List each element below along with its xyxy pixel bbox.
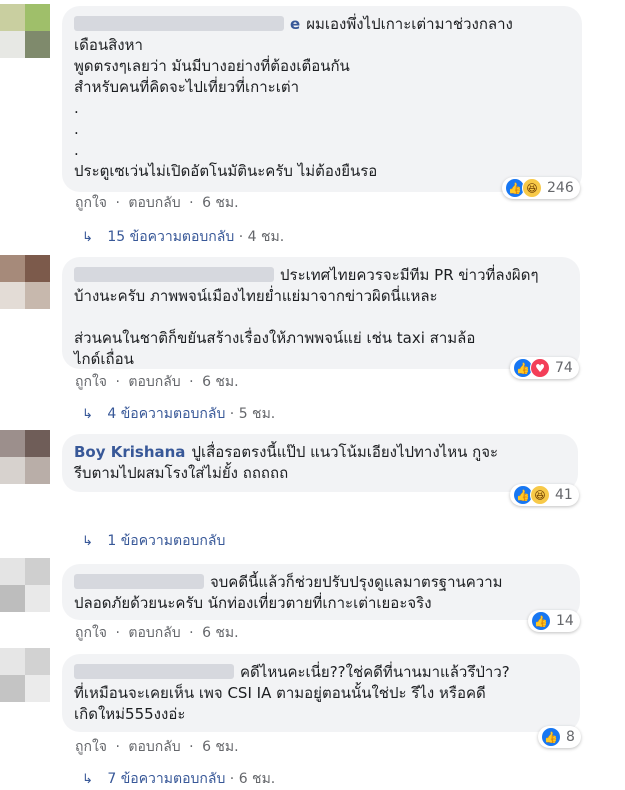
haha-icon: 😆: [530, 485, 550, 505]
avatar[interactable]: [0, 648, 50, 702]
comment-bubble: ประเทศไทยควรจะมีทีม PR ข่าวที่ลงผิดๆ บ้า…: [62, 257, 580, 369]
reply-link[interactable]: ตอบกลับ: [128, 374, 180, 390]
author-name[interactable]: [74, 16, 284, 31]
comment-text: ผมเองพึ่งไปเกาะเต่ามาช่วงกลาง เดือนสิงหา…: [74, 15, 513, 180]
like-link[interactable]: ถูกใจ: [75, 374, 107, 390]
reactions-summary[interactable]: 👍 14: [528, 610, 580, 632]
like-link[interactable]: ถูกใจ: [75, 739, 107, 755]
love-icon: ♥: [530, 358, 550, 378]
replies-count[interactable]: 7 ข้อความตอบกลับ: [107, 771, 225, 787]
view-replies[interactable]: ↳ 15 ข้อความตอบกลับ · 4 ชม.: [82, 226, 284, 248]
comment-bubble: คดีไหนคะเนี่ย??ใช่คดีที่นานมาแล้วรึป่าว?…: [62, 654, 580, 732]
reaction-count: 246: [547, 180, 574, 196]
view-replies[interactable]: ↳ 7 ข้อความตอบกลับ · 6 ชม.: [82, 768, 275, 790]
comment-bubble: e ผมเองพึ่งไปเกาะเต่ามาช่วงกลาง เดือนสิงห…: [62, 6, 582, 192]
author-name[interactable]: [74, 664, 234, 679]
like-icon: 👍: [541, 727, 561, 747]
replies-time: 5 ชม.: [238, 406, 276, 422]
timestamp[interactable]: 6 ชม.: [202, 195, 239, 211]
replies-time: 4 ชม.: [247, 229, 285, 245]
comment-bubble: Boy Krishana ปูเสื่อรอตรงนี้แป๊ป แนวโน้มเ…: [62, 434, 578, 492]
replies-count[interactable]: 1 ข้อความตอบกลับ: [107, 533, 225, 549]
like-link[interactable]: ถูกใจ: [75, 195, 107, 211]
reply-arrow-icon: ↳: [82, 534, 93, 549]
author-name-fragment[interactable]: Boy Krishana: [74, 443, 185, 461]
haha-icon: 😆: [522, 178, 542, 198]
replies-count[interactable]: 4 ข้อความตอบกลับ: [107, 406, 225, 422]
comment-actions: ถูกใจ · ตอบกลับ · 6 ชม.: [75, 625, 239, 641]
reply-arrow-icon: ↳: [82, 230, 93, 245]
view-replies[interactable]: ↳ 1 ข้อความตอบกลับ: [82, 530, 225, 552]
author-name[interactable]: [74, 267, 274, 282]
reaction-count: 74: [555, 360, 573, 376]
reactions-summary[interactable]: 👍 ♥ 74: [510, 357, 579, 379]
timestamp[interactable]: 6 ชม.: [202, 374, 239, 390]
replies-time: 6 ชม.: [238, 771, 276, 787]
comment-bubble: จบคดีนี้แล้วก็ช่วยปรับปรุงดูแลมาตรฐานควา…: [62, 564, 580, 620]
timestamp[interactable]: 6 ชม.: [202, 739, 239, 755]
comment-actions: ถูกใจ · ตอบกลับ · 6 ชม.: [75, 739, 239, 755]
view-replies[interactable]: ↳ 4 ข้อความตอบกลับ · 5 ชม.: [82, 403, 275, 425]
timestamp[interactable]: 6 ชม.: [202, 625, 239, 641]
avatar[interactable]: [0, 558, 50, 612]
reactions-summary[interactable]: 👍 😆 246: [502, 177, 580, 199]
avatar[interactable]: [0, 430, 50, 484]
like-link[interactable]: ถูกใจ: [75, 625, 107, 641]
reply-link[interactable]: ตอบกลับ: [128, 625, 180, 641]
reaction-count: 8: [566, 729, 575, 745]
reactions-summary[interactable]: 👍 😆 41: [510, 484, 579, 506]
reactions-summary[interactable]: 👍 8: [538, 726, 581, 748]
reply-link[interactable]: ตอบกลับ: [128, 739, 180, 755]
reaction-count: 14: [556, 613, 574, 629]
author-name-fragment[interactable]: e: [290, 15, 300, 33]
author-name[interactable]: [74, 574, 204, 589]
reaction-count: 41: [555, 487, 573, 503]
avatar[interactable]: [0, 255, 50, 309]
comment-actions: ถูกใจ · ตอบกลับ · 6 ชม.: [75, 374, 239, 390]
like-icon: 👍: [531, 611, 551, 631]
reply-link[interactable]: ตอบกลับ: [128, 195, 180, 211]
replies-count[interactable]: 15 ข้อความตอบกลับ: [107, 229, 234, 245]
comment-actions: ถูกใจ · ตอบกลับ · 6 ชม.: [75, 195, 239, 211]
reply-arrow-icon: ↳: [82, 407, 93, 422]
avatar[interactable]: [0, 4, 50, 58]
